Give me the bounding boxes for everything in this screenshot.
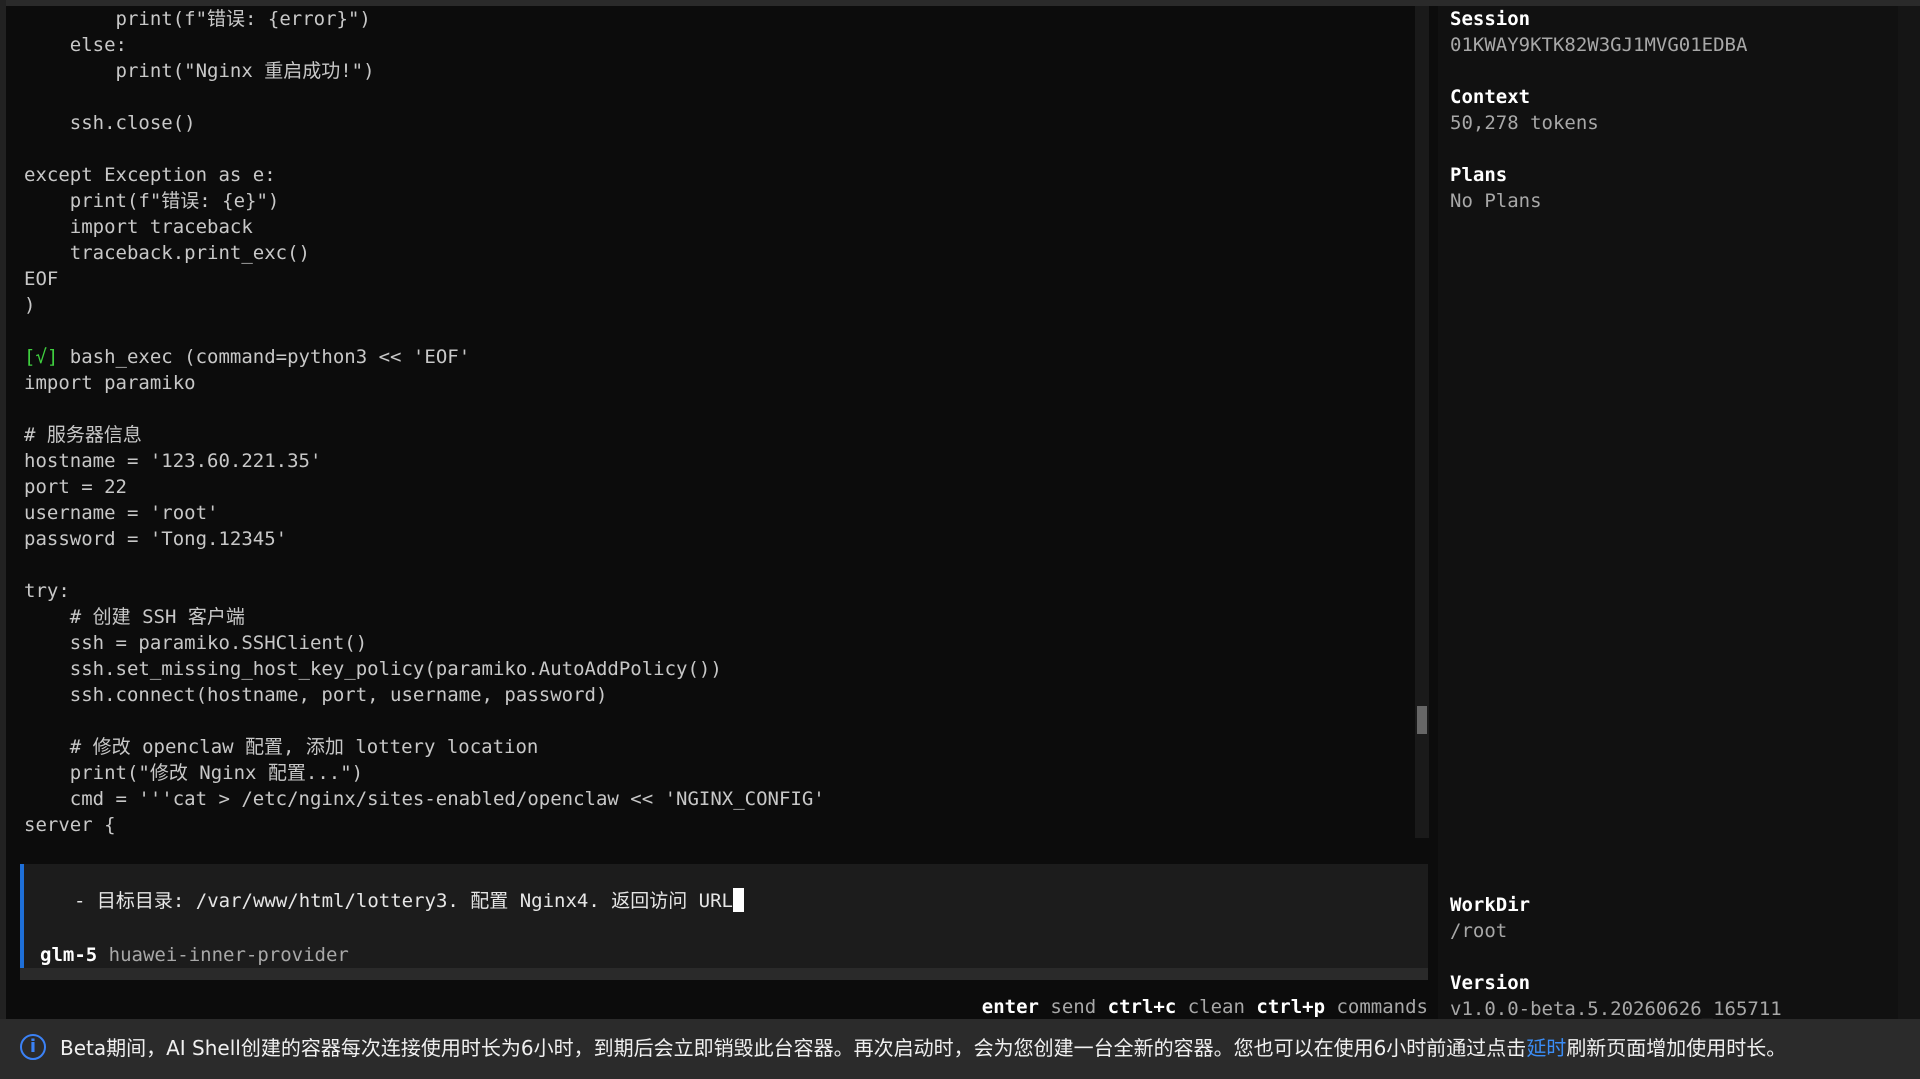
output-line: ) — [24, 292, 1394, 318]
model-name: glm-5 — [40, 944, 98, 966]
output-line: else: — [24, 32, 1394, 58]
status-bar: \ esc cancel enter send ctrl+c clean ctr… — [18, 994, 1428, 1044]
plans-value: No Plans — [1450, 190, 1542, 212]
output-line: ssh.close() — [24, 110, 1394, 136]
output-line-text: cmd = '''cat > /etc/nginx/sites-enabled/… — [24, 788, 825, 810]
enter-label: send — [1050, 996, 1097, 1018]
output-line: hostname = '123.60.221.35' — [24, 448, 1394, 474]
output-line-text: try: — [24, 580, 70, 602]
output-line-text: password = 'Tong.12345' — [24, 528, 288, 550]
commands-label: commands — [1336, 996, 1428, 1018]
session-value: 01KWAY9KTK82W3GJ1MVG01EDBA — [1450, 34, 1748, 56]
output-line-text: hostname = '123.60.221.35' — [24, 450, 322, 472]
output-line-text: ssh.close() — [24, 112, 196, 134]
plans-section: Plans No Plans — [1450, 162, 1542, 214]
version-label: Version — [1450, 972, 1531, 994]
output-line-text: EOF — [24, 268, 59, 290]
model-provider: huawei-inner-provider — [108, 944, 349, 966]
success-check-mark: [√] — [24, 346, 59, 368]
output-line: print(f"错误: {error}") — [24, 6, 1394, 32]
output-line-text: import paramiko — [24, 372, 196, 394]
output-line: print("Nginx 重启成功!") — [24, 58, 1394, 84]
output-line: # 服务器信息 — [24, 422, 1394, 448]
output-line-text: username = 'root' — [24, 502, 219, 524]
context-value: 50,278 tokens — [1450, 112, 1599, 134]
output-line: server { — [24, 812, 1394, 836]
output-line-text: ssh.connect(hostname, port, username, pa… — [24, 684, 608, 706]
output-line: import traceback — [24, 214, 1394, 240]
output-line: ssh = paramiko.SSHClient() — [24, 630, 1394, 656]
workdir-value: /root — [1450, 920, 1508, 942]
output-line: port = 22 — [24, 474, 1394, 500]
prompt-input[interactable]: - 目标目录: /var/www/html/lottery3. 配置 Nginx… — [74, 888, 744, 914]
output-line: # 创建 SSH 客户端 — [24, 604, 1394, 630]
output-line-text: # 修改 openclaw 配置, 添加 lottery location — [24, 736, 539, 758]
output-line-text: ssh = paramiko.SSHClient() — [24, 632, 368, 654]
commands-key-hint: ctrl+p — [1256, 996, 1326, 1018]
terminal-output: print(f"错误: {error}") else: print("Nginx… — [24, 6, 1394, 836]
prompt-input-footer — [20, 968, 1428, 980]
output-line: # 修改 openclaw 配置, 添加 lottery location — [24, 734, 1394, 760]
context-section: Context 50,278 tokens — [1450, 84, 1599, 136]
output-line-text: else: — [24, 34, 127, 56]
info-icon: i — [20, 1034, 46, 1060]
output-line-text: ) — [24, 294, 36, 316]
scrollbar-thumb[interactable] — [1417, 706, 1427, 734]
workdir-section: WorkDir /root — [1450, 892, 1530, 944]
output-line-text: bash_exec (command=python3 << 'EOF' — [58, 346, 471, 368]
output-line-text: traceback.print_exc() — [24, 242, 310, 264]
model-indicator[interactable]: glm-5 huawei-inner-provider — [40, 942, 349, 968]
output-line-text: port = 22 — [24, 476, 127, 498]
output-line-text: # 创建 SSH 客户端 — [24, 606, 245, 628]
output-line: ssh.set_missing_host_key_policy(paramiko… — [24, 656, 1394, 682]
extend-time-link[interactable]: 延时 — [1526, 1036, 1566, 1060]
output-line-text: import traceback — [24, 216, 253, 238]
context-label: Context — [1450, 86, 1531, 108]
workdir-label: WorkDir — [1450, 894, 1531, 916]
clean-key-hint: ctrl+c — [1107, 996, 1177, 1018]
beta-notice-text: Beta期间，AI Shell创建的容器每次连接使用时长为6小时，到期后会立即销… — [60, 1033, 1786, 1063]
output-line: traceback.print_exc() — [24, 240, 1394, 266]
output-line: cmd = '''cat > /etc/nginx/sites-enabled/… — [24, 786, 1394, 812]
right-border — [1898, 6, 1920, 1019]
output-line-text: print("修改 Nginx 配置...") — [24, 762, 364, 784]
shortcut-hints: enter send ctrl+c clean ctrl+p commands — [982, 994, 1428, 1020]
session-section: Session 01KWAY9KTK82W3GJ1MVG01EDBA — [1450, 6, 1747, 58]
output-line-text: print("Nginx 重启成功!") — [24, 60, 375, 82]
beta-notice-banner: i Beta期间，AI Shell创建的容器每次连接使用时长为6小时，到期后会立… — [0, 1019, 1920, 1079]
session-label: Session — [1450, 8, 1531, 30]
output-line: import paramiko — [24, 370, 1394, 396]
output-line: try: — [24, 578, 1394, 604]
version-section: Version v1.0.0-beta.5.20260626_165711 — [1450, 970, 1782, 1022]
output-line-text: server { — [24, 814, 116, 836]
output-line-text: except Exception as e: — [24, 164, 276, 186]
output-line-text: ssh.set_missing_host_key_policy(paramiko… — [24, 658, 722, 680]
output-line: password = 'Tong.12345' — [24, 526, 1394, 552]
output-line-text: print(f"错误: {error}") — [24, 8, 371, 30]
output-line-text: # 服务器信息 — [24, 424, 142, 446]
output-line: username = 'root' — [24, 500, 1394, 526]
clean-label: clean — [1187, 996, 1245, 1018]
text-cursor — [733, 888, 744, 912]
output-line: except Exception as e: — [24, 162, 1394, 188]
output-line: print("修改 Nginx 配置...") — [24, 760, 1394, 786]
prompt-accent-bar — [20, 864, 24, 980]
plans-label: Plans — [1450, 164, 1508, 186]
prompt-input-text: - 目标目录: /var/www/html/lottery3. 配置 Nginx… — [74, 890, 733, 912]
output-line-text: print(f"错误: {e}") — [24, 190, 280, 212]
notice-text-before: Beta期间，AI Shell创建的容器每次连接使用时长为6小时，到期后会立即销… — [60, 1036, 1527, 1060]
output-line: ssh.connect(hostname, port, username, pa… — [24, 682, 1394, 708]
output-line: EOF — [24, 266, 1394, 292]
info-sidebar: Session 01KWAY9KTK82W3GJ1MVG01EDBA Conte… — [1438, 6, 1898, 1022]
output-line: [√] bash_exec (command=python3 << 'EOF' — [24, 344, 1394, 370]
output-line: print(f"错误: {e}") — [24, 188, 1394, 214]
notice-text-after: 刷新页面增加使用时长。 — [1566, 1036, 1787, 1060]
enter-key-hint: enter — [981, 996, 1039, 1018]
